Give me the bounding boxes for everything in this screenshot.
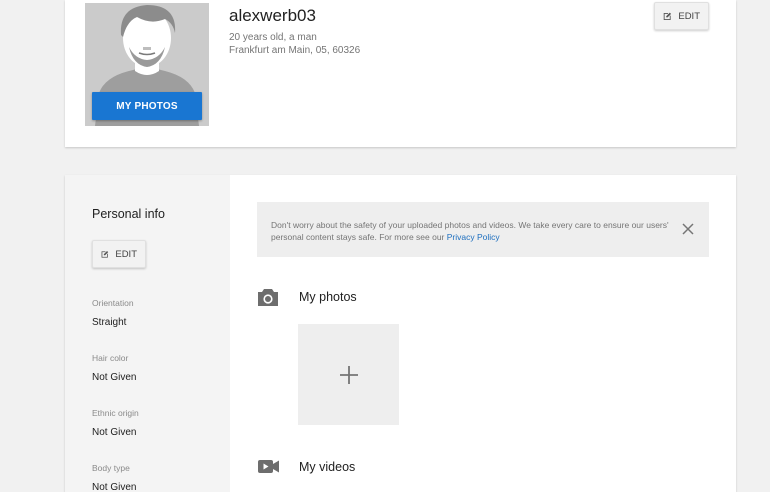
ethnic-origin-value: Not Given bbox=[92, 427, 137, 438]
edit-label: EDIT bbox=[115, 248, 137, 260]
avatar[interactable]: MY PHOTOS bbox=[85, 3, 209, 126]
body-type-label: Body type bbox=[92, 463, 130, 473]
close-icon[interactable] bbox=[681, 222, 695, 236]
body-type-value: Not Given bbox=[92, 482, 137, 492]
profile-card: MY PHOTOS alexwerb03 20 years old, a man… bbox=[65, 0, 736, 147]
ethnic-origin-label: Ethnic origin bbox=[92, 408, 139, 418]
camera-icon bbox=[258, 289, 278, 306]
edit-personal-info-button[interactable]: EDIT bbox=[92, 240, 146, 268]
plus-icon bbox=[339, 365, 358, 384]
orientation-label: Orientation bbox=[92, 298, 134, 308]
edit-icon bbox=[663, 12, 672, 20]
edit-profile-button[interactable]: EDIT bbox=[654, 2, 709, 30]
hair-color-value: Not Given bbox=[92, 372, 137, 383]
privacy-notice: Don't worry about the safety of your upl… bbox=[257, 202, 709, 257]
add-photo-button[interactable] bbox=[298, 324, 399, 425]
location: Frankfurt am Main, 05, 60326 bbox=[229, 45, 361, 56]
privacy-policy-link[interactable]: Privacy Policy bbox=[447, 232, 500, 242]
age-gender: 20 years old, a man bbox=[229, 32, 317, 43]
video-camera-icon bbox=[258, 460, 279, 473]
edit-icon bbox=[101, 250, 109, 258]
personal-info-sidebar: Personal info EDIT Orientation Straight … bbox=[65, 175, 230, 492]
personal-info-title: Personal info bbox=[92, 207, 165, 221]
edit-label: EDIT bbox=[678, 10, 700, 22]
main-card: Personal info EDIT Orientation Straight … bbox=[65, 175, 736, 492]
my-photos-button[interactable]: MY PHOTOS bbox=[92, 92, 202, 120]
username: alexwerb03 bbox=[229, 6, 316, 25]
hair-color-label: Hair color bbox=[92, 353, 129, 363]
my-photos-title: My photos bbox=[299, 290, 357, 304]
my-videos-title: My videos bbox=[299, 460, 356, 474]
orientation-value: Straight bbox=[92, 317, 127, 328]
notice-text: Don't worry about the safety of your upl… bbox=[271, 219, 671, 243]
